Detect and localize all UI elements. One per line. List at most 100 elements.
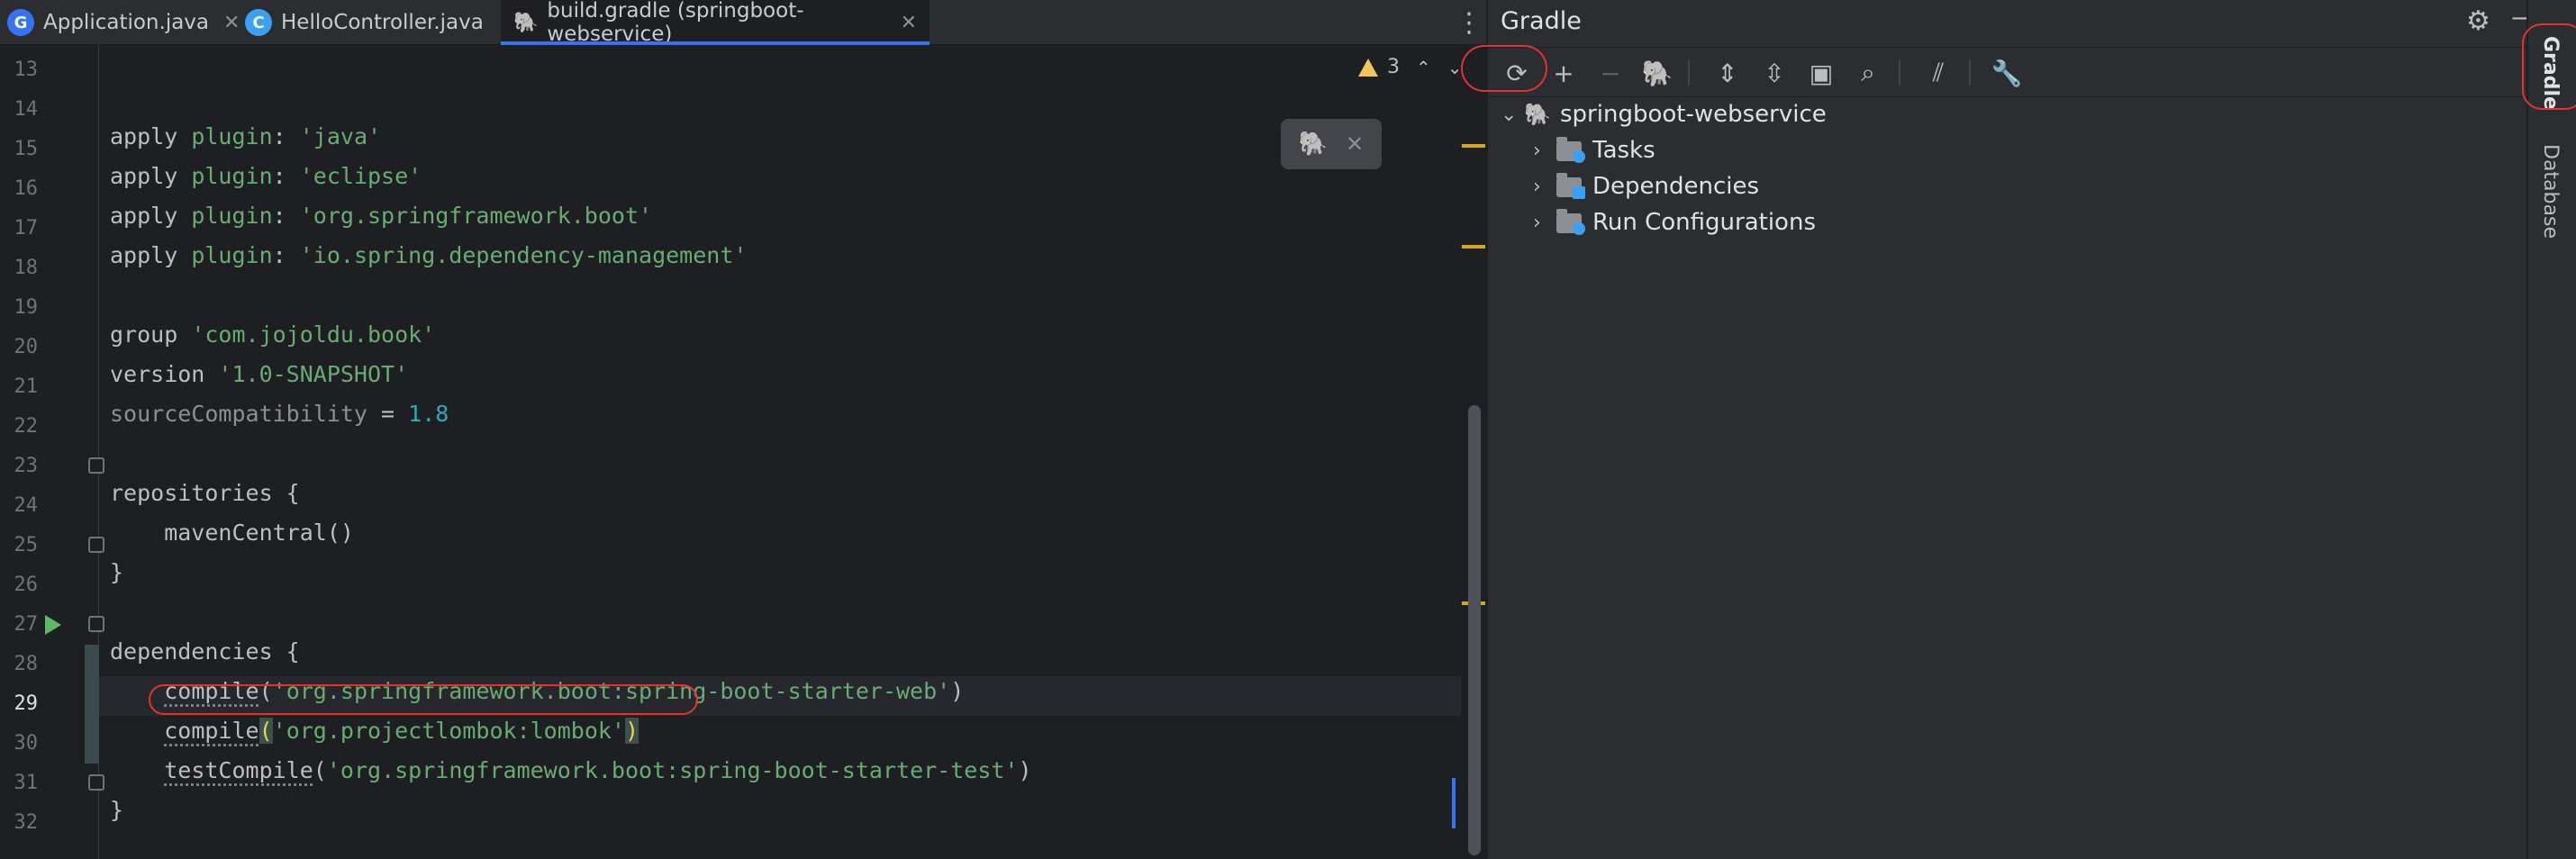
line-number: 20	[14, 336, 39, 358]
line-number: 17	[14, 217, 39, 240]
line-number: 19	[14, 296, 39, 319]
code-line-17: apply plugin: 'io.spring.dependency-mana…	[110, 242, 748, 268]
search-icon[interactable]: ⌕	[1850, 55, 1886, 91]
line-number: 23	[14, 455, 39, 477]
line-number: 29	[14, 692, 39, 715]
line-number: 13	[14, 59, 39, 81]
tool-window-title: Gradle	[1501, 7, 1582, 35]
execute-gradle-task-icon[interactable]: 🐘	[1639, 55, 1675, 91]
database-stripe-button[interactable]: Database	[2539, 144, 2562, 239]
gradle-toolbar: ⟳ + − 🐘 ⇕ ⇳ ▣ ⌕ ⫽ 🔧	[1488, 47, 2528, 97]
gear-icon[interactable]: ⚙	[2466, 5, 2490, 37]
toggle-offline-mode-icon[interactable]: ⫽	[1920, 55, 1956, 91]
line-number: 14	[14, 98, 39, 121]
load-gradle-changes-popup[interactable]: 🐘 ✕	[1281, 119, 1382, 169]
annotation-highlight-reload-button	[1461, 45, 1547, 92]
line-number: 28	[14, 653, 39, 675]
annotation-highlight-lombok-line	[149, 684, 698, 715]
run-icon[interactable]	[45, 615, 61, 635]
remove-project-icon[interactable]: −	[1592, 55, 1628, 91]
line-number: 15	[14, 138, 39, 160]
line-number: 27	[14, 613, 39, 636]
line-number: 21	[14, 375, 39, 398]
collapse-all-icon[interactable]: ⇳	[1756, 55, 1792, 91]
code-line-20: version '1.0-SNAPSHOT'	[110, 361, 409, 387]
line-number: 22	[14, 415, 39, 438]
code-line-27: dependencies {	[110, 638, 300, 665]
warning-count: 3	[1387, 56, 1400, 78]
line-number-gutter: 13 14 15 16 17 18 19 20 21 22 23 24 25 26 27 28 29 30 31 32	[0, 45, 104, 859]
java-app-icon: G	[7, 9, 34, 36]
group-modules-icon[interactable]: ▣	[1803, 55, 1839, 91]
code-line-21: sourceCompatibility = 1.8	[110, 401, 449, 427]
tree-node-run-configurations[interactable]: › Run Configurations	[1533, 209, 1816, 236]
tree-node-dependencies[interactable]: › Dependencies	[1533, 173, 1759, 200]
tree-node-label: Run Configurations	[1592, 209, 1816, 236]
chevron-down-icon[interactable]: ⌄	[1501, 104, 1524, 126]
tree-node-label: Dependencies	[1592, 173, 1760, 200]
build-tool-settings-icon[interactable]: 🔧	[1989, 55, 2025, 91]
line-number: 32	[14, 811, 39, 834]
java-class-icon: C	[245, 9, 272, 36]
add-project-icon[interactable]: +	[1546, 55, 1582, 91]
line-number: 24	[14, 494, 39, 517]
tree-root-springboot-webservice[interactable]: ⌄ 🐘 springboot-webservice	[1501, 101, 1827, 128]
caret-position-marker	[1452, 778, 1456, 828]
gradle-project-icon: 🐘	[1524, 102, 1551, 127]
editor-scrollbar-thumb[interactable]	[1468, 405, 1481, 855]
line-number: 26	[14, 574, 39, 596]
line-number: 18	[14, 257, 39, 279]
warning-icon	[1358, 58, 1378, 77]
toolbar-separator	[1899, 60, 1900, 86]
annotation-highlight-gradle-stripe	[2522, 23, 2576, 110]
close-icon[interactable]: ✕	[223, 12, 240, 34]
code-line-29: compile('org.projectlombok:lombok')	[164, 718, 639, 744]
close-icon[interactable]: ✕	[901, 12, 917, 34]
gradle-refresh-icon[interactable]: 🐘	[1299, 131, 1328, 158]
vcs-change-marker[interactable]	[85, 645, 99, 764]
tree-node-tasks[interactable]: › Tasks	[1533, 137, 1655, 164]
tree-node-label: Tasks	[1592, 137, 1655, 164]
more-tabs-icon[interactable]: ⋮	[1456, 7, 1483, 39]
run-configurations-folder-icon	[1556, 209, 1585, 235]
inspection-widget[interactable]: 3 ⌃ ⌄	[1358, 56, 1463, 78]
close-icon[interactable]: ✕	[1346, 131, 1364, 157]
tree-node-label: springboot-webservice	[1560, 101, 1827, 128]
tasks-folder-icon	[1556, 137, 1585, 163]
gradle-elephant-icon: 🐘	[513, 11, 539, 34]
editor-tab-bar: G Application.java ✕ C HelloController.j…	[0, 0, 1486, 46]
warning-marker[interactable]	[1462, 144, 1485, 148]
expand-all-icon[interactable]: ⇕	[1710, 55, 1746, 91]
toolbar-separator	[1969, 60, 1971, 86]
tab-hellocontroller-java[interactable]: C HelloController.java ✕	[245, 0, 514, 45]
code-editor[interactable]: G Application.java ✕ C HelloController.j…	[0, 0, 1486, 859]
code-line-30: testCompile('org.springframework.boot:sp…	[164, 757, 1032, 783]
chevron-right-icon[interactable]: ›	[1533, 140, 1556, 162]
code-line-23: repositories {	[110, 480, 300, 506]
gradle-tool-window: Gradle ⚙ — ⟳ + − 🐘 ⇕ ⇳ ▣ ⌕ ⫽ 🔧 ⌄ 🐘 sprin…	[1486, 0, 2538, 859]
code-line-15: apply plugin: 'eclipse'	[110, 163, 422, 189]
previous-highlight-icon[interactable]: ⌃	[1416, 57, 1431, 78]
code-line-19: group 'com.jojoldu.book'	[110, 321, 436, 348]
line-number: 31	[14, 772, 39, 794]
tab-application-java[interactable]: G Application.java ✕	[7, 0, 240, 45]
chevron-right-icon[interactable]: ›	[1533, 176, 1556, 198]
line-number: 25	[14, 534, 39, 556]
tab-label: build.gradle (springboot-webservice)	[547, 0, 804, 46]
code-line-31: }	[110, 797, 124, 823]
code-line-25: }	[110, 559, 124, 585]
line-number: 16	[14, 177, 39, 200]
code-area[interactable]: apply plugin: 'java' apply plugin: 'ecli…	[99, 45, 1461, 859]
right-tool-stripe: Gradle Database	[2526, 0, 2576, 859]
tab-label: Application.java	[43, 11, 210, 34]
code-line-14: apply plugin: 'java'	[110, 123, 382, 149]
line-number: 30	[14, 732, 39, 755]
tab-label: HelloController.java	[281, 11, 484, 34]
dependencies-folder-icon	[1556, 173, 1585, 199]
code-line-24: mavenCentral()	[110, 520, 354, 546]
chevron-right-icon[interactable]: ›	[1533, 212, 1556, 234]
code-line-16: apply plugin: 'org.springframework.boot'	[110, 203, 653, 229]
tab-build-gradle[interactable]: 🐘 build.gradle (springboot-webservice) ✕	[501, 0, 930, 46]
toolbar-separator	[1688, 60, 1690, 86]
warning-marker[interactable]	[1462, 245, 1485, 249]
